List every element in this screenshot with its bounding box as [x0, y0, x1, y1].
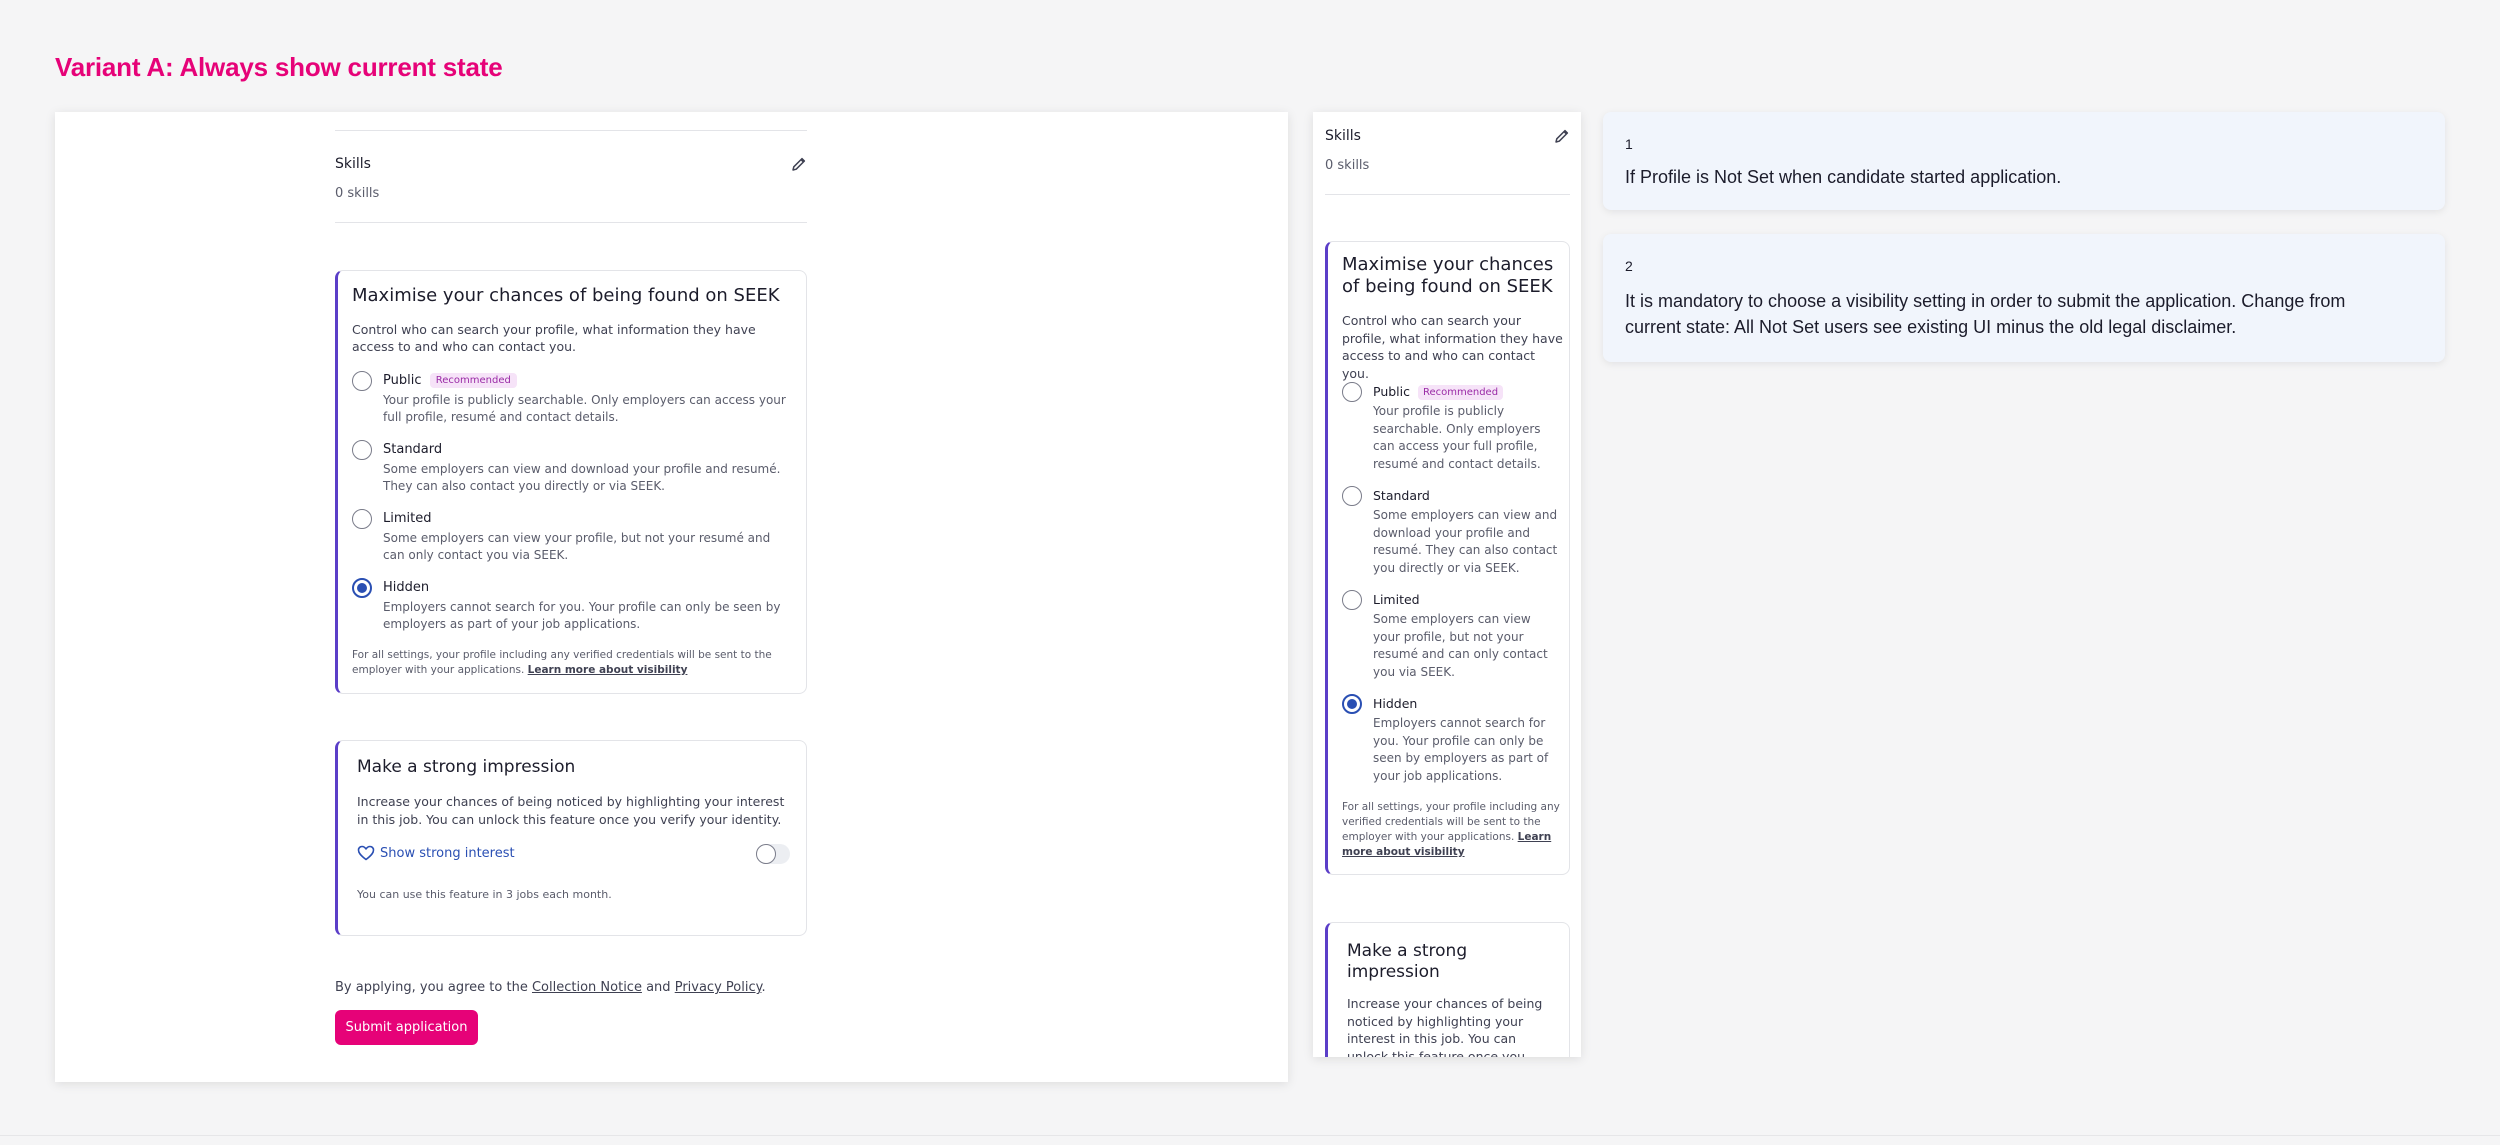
impression-description: Increase your chances of being noticed b…	[357, 794, 785, 827]
mobile-impression-card: Make a strong impression Increase your c…	[1325, 922, 1570, 1057]
visibility-title: Maximise your chances of being found on …	[352, 285, 780, 306]
mobile-option-public[interactable]: Public Recommended Your profile is publi…	[1342, 382, 1561, 476]
option-public-title: Public Recommended	[383, 373, 517, 388]
mobile-option-hidden-body: Employers cannot search for you. Your pr…	[1373, 716, 1549, 783]
mobile-skills-count: 0 skills	[1325, 158, 1370, 173]
option-public-body: Your profile is publicly searchable. Onl…	[383, 393, 786, 424]
show-strong-interest-link[interactable]: Show strong interest	[380, 846, 515, 861]
mobile-visibility-fine-print: For all settings, your profile including…	[1342, 801, 1560, 858]
option-limited-title: Limited	[383, 511, 432, 526]
submit-application-button[interactable]: Submit application	[335, 1010, 478, 1045]
visibility-description: Control who can search your profile, wha…	[352, 322, 756, 354]
mobile-radio-limited[interactable]	[1342, 590, 1362, 610]
option-standard-body: Some employers can view and download you…	[383, 462, 781, 493]
recommended-badge: Recommended	[429, 373, 517, 388]
mobile-visibility-description: Control who can search your profile, wha…	[1342, 313, 1563, 381]
annotation-note-1: 1 If Profile is Not Set when candidate s…	[1603, 112, 2445, 210]
frame-title: Variant A: Always show current state	[55, 52, 503, 82]
mobile-impression-title: Make a strong impression	[1347, 941, 1468, 982]
option-hidden-title: Hidden	[383, 580, 430, 595]
visibility-fine-print: For all settings, your profile including…	[352, 649, 772, 676]
visibility-card: Maximise your chances of being found on …	[335, 270, 807, 694]
skills-count: 0 skills	[335, 186, 380, 201]
mobile-radio-standard[interactable]	[1342, 486, 1362, 506]
mobile-radio-public[interactable]	[1342, 382, 1362, 402]
heart-icon	[357, 845, 375, 861]
note-2-text: It is mandatory to choose a visibility s…	[1625, 291, 2346, 337]
divider	[335, 130, 807, 131]
impression-card: Make a strong impression Increase your c…	[335, 740, 807, 936]
mobile-option-hidden[interactable]: Hidden Employers cannot search for you. …	[1342, 694, 1561, 788]
impression-usage-note: You can use this feature in 3 jobs each …	[357, 888, 612, 901]
radio-limited[interactable]	[352, 509, 372, 529]
pencil-icon[interactable]	[1554, 128, 1570, 144]
option-limited[interactable]: Limited Some employers can view your pro…	[352, 509, 792, 569]
mobile-impression-description: Increase your chances of being noticed b…	[1347, 996, 1543, 1057]
skills-section: Skills 0 skills	[335, 156, 807, 206]
mobile-recommended-badge: Recommended	[1417, 385, 1504, 400]
mobile-visibility-title: Maximise your chances of being found on …	[1342, 254, 1554, 297]
note-2-number: 2	[1625, 258, 1633, 274]
option-limited-body: Some employers can view your profile, bu…	[383, 531, 771, 562]
mobile-skills-label: Skills	[1325, 128, 1361, 144]
option-hidden-body: Employers cannot search for you. Your pr…	[383, 600, 781, 631]
interest-toggle[interactable]	[756, 844, 776, 864]
mobile-option-limited[interactable]: Limited Some employers can view your pro…	[1342, 590, 1561, 684]
divider	[335, 222, 807, 223]
mobile-radio-hidden-selected[interactable]	[1342, 694, 1362, 714]
mobile-option-limited-body: Some employers can view your profile, bu…	[1373, 612, 1548, 679]
mobile-application-panel: Skills 0 skills Maximise your chances of…	[1313, 112, 1581, 1057]
mobile-option-standard[interactable]: Standard Some employers can view and dow…	[1342, 486, 1561, 580]
option-hidden[interactable]: Hidden Employers cannot search for you. …	[352, 578, 792, 638]
impression-title: Make a strong impression	[357, 757, 576, 777]
mobile-option-standard-title: Standard	[1373, 488, 1430, 503]
annotation-note-2: 2 It is mandatory to choose a visibility…	[1603, 234, 2445, 362]
mobile-visibility-card: Maximise your chances of being found on …	[1325, 241, 1570, 875]
divider	[1325, 194, 1570, 195]
radio-standard[interactable]	[352, 440, 372, 460]
option-standard-title: Standard	[383, 442, 443, 457]
option-standard[interactable]: Standard Some employers can view and dow…	[352, 440, 792, 500]
agreement-text: By applying, you agree to the Collection…	[335, 980, 766, 995]
mobile-option-hidden-title: Hidden	[1373, 696, 1418, 711]
mobile-option-public-title: Public Recommended	[1373, 384, 1504, 400]
privacy-policy-link[interactable]: Privacy Policy	[675, 980, 762, 995]
learn-more-link[interactable]: Learn more about visibility	[528, 664, 688, 676]
radio-public[interactable]	[352, 371, 372, 391]
collection-notice-link[interactable]: Collection Notice	[532, 980, 642, 995]
option-public[interactable]: Public Recommended Your profile is publi…	[352, 371, 792, 431]
canvas-bottom-divider	[0, 1135, 2500, 1136]
mobile-option-public-body: Your profile is publicly searchable. Onl…	[1373, 404, 1541, 471]
note-1-text: If Profile is Not Set when candidate sta…	[1625, 167, 2062, 187]
mobile-option-standard-body: Some employers can view and download you…	[1373, 508, 1558, 575]
mobile-option-limited-title: Limited	[1373, 592, 1420, 607]
pencil-icon[interactable]	[791, 156, 807, 172]
radio-hidden-selected[interactable]	[352, 578, 372, 598]
note-1-number: 1	[1625, 136, 1633, 152]
desktop-application-panel: Skills 0 skills Maximise your chances of…	[55, 112, 1288, 1082]
skills-label: Skills	[335, 156, 371, 172]
mobile-skills-section: Skills 0 skills	[1325, 128, 1570, 178]
